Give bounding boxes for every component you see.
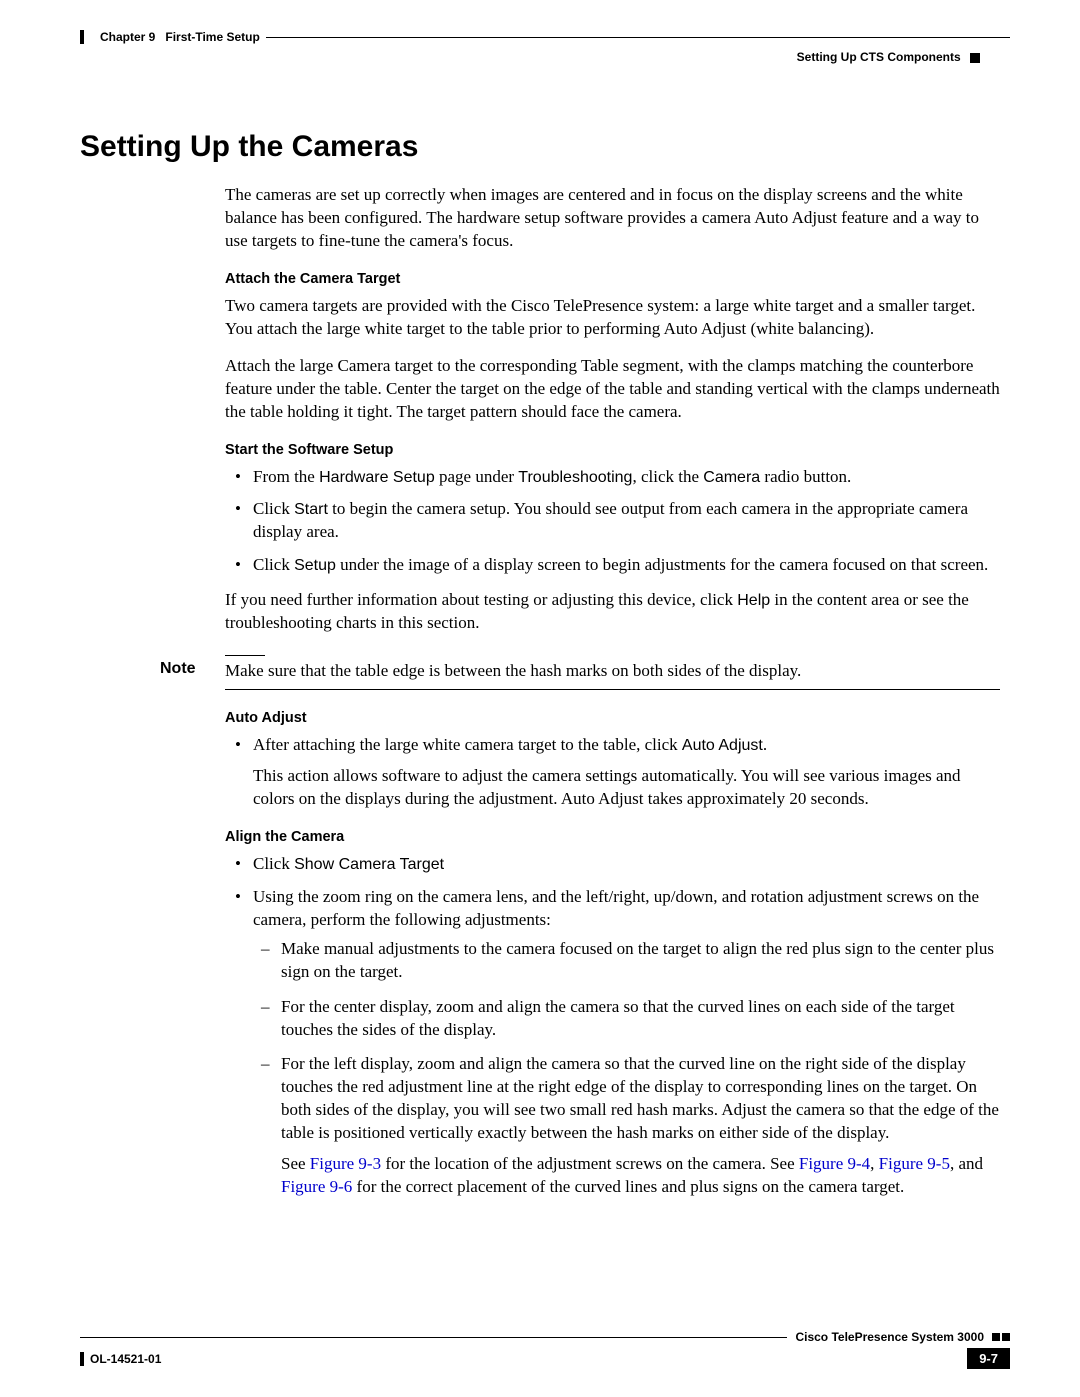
auto-adjust-extra: This action allows software to adjust th…: [253, 765, 1000, 811]
ui-term-hardware-setup: Hardware Setup: [319, 469, 435, 486]
figure-references: See Figure 9-3 for the location of the a…: [281, 1153, 1000, 1199]
ui-term-camera: Camera: [703, 469, 760, 486]
auto-adjust-list: After attaching the large white camera t…: [225, 734, 1000, 811]
ui-term-start: Start: [294, 501, 328, 518]
heading-start-setup: Start the Software Setup: [225, 442, 1000, 458]
list-item: Click Show Camera Target: [253, 853, 1000, 876]
ui-term-auto-adjust: Auto Adjust: [682, 737, 763, 754]
list-item: After attaching the large white camera t…: [253, 734, 1000, 811]
help-paragraph: If you need further information about te…: [225, 589, 1000, 635]
ui-term-troubleshooting: Troubleshooting: [518, 469, 632, 486]
list-item: Using the zoom ring on the camera lens, …: [253, 886, 1000, 1199]
section-title: Setting Up CTS Components: [797, 50, 980, 64]
list-item: For the center display, zoom and align t…: [281, 996, 1000, 1042]
ui-term-show-camera-target: Show Camera Target: [294, 856, 444, 873]
footer-squares-icon: [990, 1328, 1010, 1346]
page-footer: Cisco TelePresence System 3000 OL-14521-…: [80, 1328, 1010, 1369]
list-item: Click Start to begin the camera setup. Y…: [253, 498, 1000, 544]
footer-doc-number: OL-14521-01: [84, 1352, 161, 1366]
page-header: Chapter 9 First-Time Setup Setting Up CT…: [80, 30, 1010, 80]
list-item: From the Hardware Setup page under Troub…: [253, 466, 1000, 489]
note-label: Note: [80, 660, 225, 683]
header-bar-icon: [80, 30, 84, 44]
attach-p1: Two camera targets are provided with the…: [225, 295, 1000, 341]
align-camera-list: Click Show Camera Target Using the zoom …: [225, 853, 1000, 1199]
list-item: For the left display, zoom and align the…: [281, 1053, 1000, 1199]
attach-p2: Attach the large Camera target to the co…: [225, 355, 1000, 424]
section-title-text: Setting Up CTS Components: [797, 50, 961, 64]
ui-term-setup: Setup: [294, 557, 336, 574]
link-figure-9-5[interactable]: Figure 9-5: [879, 1154, 950, 1173]
intro-paragraph: The cameras are set up correctly when im…: [225, 184, 1000, 253]
page-number: 9-7: [967, 1348, 1010, 1369]
note-block: Note Make sure that the table edge is be…: [80, 655, 1010, 690]
align-sub-list: Make manual adjustments to the camera fo…: [253, 938, 1000, 1199]
note-text: Make sure that the table edge is between…: [225, 660, 1010, 683]
page-title: Setting Up the Cameras: [80, 130, 1010, 164]
footer-product: Cisco TelePresence System 3000: [787, 1330, 984, 1344]
header-square-icon: [970, 53, 980, 63]
list-item: Click Setup under the image of a display…: [253, 554, 1000, 577]
link-figure-9-3[interactable]: Figure 9-3: [310, 1154, 381, 1173]
chapter-number: Chapter 9: [90, 30, 159, 44]
link-figure-9-4[interactable]: Figure 9-4: [799, 1154, 870, 1173]
start-setup-list: From the Hardware Setup page under Troub…: [225, 466, 1000, 578]
list-item: Make manual adjustments to the camera fo…: [281, 938, 1000, 984]
chapter-title: First-Time Setup: [159, 30, 265, 44]
heading-auto-adjust: Auto Adjust: [225, 710, 1000, 726]
link-figure-9-6[interactable]: Figure 9-6: [281, 1177, 352, 1196]
ui-term-help: Help: [737, 592, 770, 609]
heading-align-camera: Align the Camera: [225, 829, 1000, 845]
heading-attach-target: Attach the Camera Target: [225, 271, 1000, 287]
page: Chapter 9 First-Time Setup Setting Up CT…: [0, 0, 1080, 1397]
